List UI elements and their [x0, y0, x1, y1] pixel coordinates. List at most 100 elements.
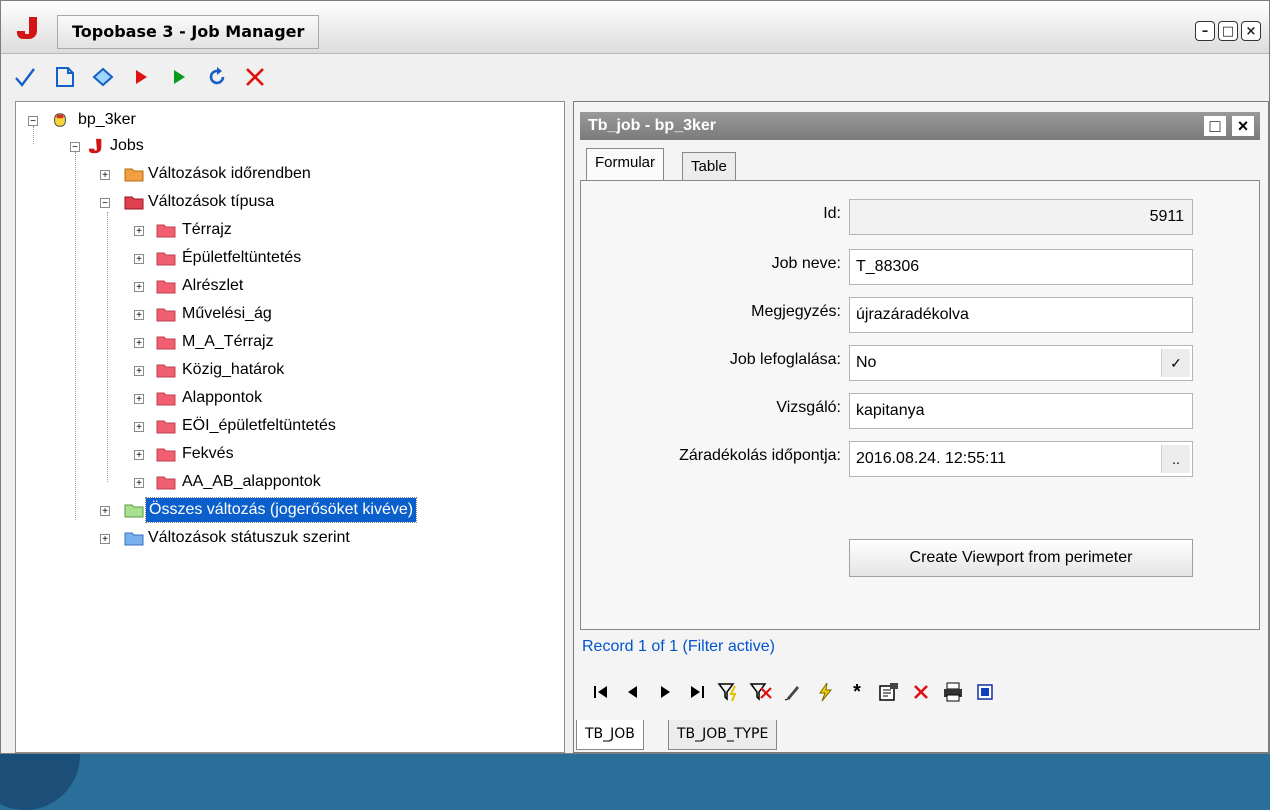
folder-icon — [156, 448, 176, 462]
collapse-toggle[interactable]: − — [70, 142, 80, 153]
folder-icon — [124, 168, 144, 182]
folder-open-icon — [124, 196, 144, 210]
folder-icon — [124, 504, 144, 518]
note-field[interactable]: újrazáradékolva — [849, 297, 1193, 333]
tab-table[interactable]: Table — [682, 152, 736, 180]
maximize-icon[interactable]: □ — [1218, 21, 1238, 41]
tree-node-label[interactable]: Változások időrendben — [148, 162, 311, 186]
diamond-icon[interactable] — [89, 63, 117, 91]
edit-pencil-icon[interactable] — [780, 678, 806, 706]
expand-toggle[interactable]: + — [134, 226, 144, 237]
panel-close-icon[interactable]: × — [1232, 116, 1254, 136]
previous-record-icon[interactable] — [620, 678, 646, 706]
expand-toggle[interactable]: + — [134, 422, 144, 433]
expand-toggle[interactable]: + — [100, 170, 110, 181]
expand-toggle[interactable]: + — [100, 506, 110, 517]
tree-node-label[interactable]: EÖI_épületfeltüntetés — [182, 414, 336, 438]
print-icon[interactable] — [940, 678, 966, 706]
tree-line — [33, 126, 34, 144]
expand-toggle[interactable]: + — [134, 450, 144, 461]
expand-toggle[interactable]: + — [134, 394, 144, 405]
panel-maximize-icon[interactable]: □ — [1204, 116, 1226, 136]
zoom-to-icon[interactable] — [972, 678, 998, 706]
create-viewport-button[interactable]: Create Viewport from perimeter — [849, 539, 1193, 577]
job-name-field[interactable]: T_88306 — [849, 249, 1193, 285]
window-controls: – □ × — [1195, 21, 1261, 41]
job-name-label: Job neve: — [771, 255, 841, 272]
tree-node-label[interactable]: M_A_Térrajz — [182, 330, 274, 354]
window-title: Topobase 3 - Job Manager — [57, 15, 320, 49]
tree-node-label[interactable]: Épületfeltüntetés — [182, 246, 301, 270]
note-label: Megjegyzés: — [751, 303, 841, 320]
job-form: Id: 5911 Job neve: T_88306 Megjegyzés: ú… — [580, 180, 1260, 630]
tree-node-label[interactable]: Alrészlet — [182, 274, 243, 298]
lightning-icon[interactable] — [812, 678, 838, 706]
collapse-toggle[interactable]: − — [100, 198, 110, 209]
panel-title: Tb_job - bp_3ker — [588, 117, 717, 134]
tree-line — [107, 212, 108, 482]
folder-icon — [156, 224, 176, 238]
date-picker-button[interactable]: .. — [1161, 445, 1190, 473]
play-green-icon[interactable] — [165, 63, 193, 91]
last-record-icon[interactable] — [684, 678, 710, 706]
folder-icon — [156, 420, 176, 434]
id-field: 5911 — [849, 199, 1193, 235]
tree-node-label[interactable]: AA_AB_alappontok — [182, 470, 321, 494]
tree-node-label[interactable]: Térrajz — [182, 218, 232, 242]
database-icon — [54, 113, 66, 127]
job-lock-dropdown[interactable]: No ✓ — [849, 345, 1193, 381]
delete-record-icon[interactable] — [908, 678, 934, 706]
refresh-icon[interactable] — [203, 63, 231, 91]
tree-node-label[interactable]: Összes változás (jogerősöket kivéve) — [144, 497, 418, 523]
new-document-icon[interactable] — [51, 63, 79, 91]
title-bar: Topobase 3 - Job Manager – □ × — [1, 1, 1269, 54]
folder-icon — [124, 532, 144, 546]
folder-icon — [156, 280, 176, 294]
properties-icon[interactable] — [876, 678, 902, 706]
folder-icon — [156, 392, 176, 406]
folder-icon — [156, 336, 176, 350]
tree-node-label[interactable]: Változások típusa — [148, 190, 274, 214]
check-icon[interactable] — [11, 63, 39, 91]
expand-toggle[interactable]: + — [134, 366, 144, 377]
tab-tb-job[interactable]: TB_JOB — [576, 720, 644, 750]
expand-toggle[interactable]: + — [134, 282, 144, 293]
remove-filter-icon[interactable] — [748, 678, 774, 706]
next-record-icon[interactable] — [652, 678, 678, 706]
inspector-field[interactable]: kapitanya — [849, 393, 1193, 429]
tree-node-label[interactable]: Művelési_ág — [182, 302, 272, 326]
tree-line — [75, 152, 76, 520]
folder-icon — [156, 364, 176, 378]
expand-toggle[interactable]: + — [134, 338, 144, 349]
tree-node-label[interactable]: Alappontok — [182, 386, 262, 410]
filter-icon[interactable] — [716, 678, 742, 706]
checkbox-icon[interactable]: ✓ — [1161, 349, 1190, 377]
main-toolbar — [1, 57, 1269, 97]
topobase-logo-icon — [17, 17, 37, 39]
panel-title-bar: Tb_job - bp_3ker □ × — [580, 112, 1260, 140]
tree-node-label[interactable]: Változások státuszuk szerint — [148, 526, 350, 550]
folder-icon — [156, 476, 176, 490]
job-lock-label: Job lefoglalása: — [729, 351, 841, 368]
delete-icon[interactable] — [241, 63, 269, 91]
minimize-icon[interactable]: – — [1195, 21, 1215, 41]
tab-formular[interactable]: Formular — [586, 148, 665, 180]
closing-date-value: 2016.08.24. 12:55:11 — [856, 450, 1007, 467]
tree-root-label[interactable]: bp_3ker — [78, 108, 136, 132]
expand-toggle[interactable]: + — [134, 478, 144, 489]
job-lock-value: No — [856, 354, 877, 371]
job-tree[interactable]: − bp_3ker − Jobs + Változások időrendben… — [15, 101, 565, 753]
tree-node-label[interactable]: Közig_határok — [182, 358, 284, 382]
tab-tb-job-type[interactable]: TB_JOB_TYPE — [668, 720, 778, 750]
tree-node-label[interactable]: Fekvés — [182, 442, 234, 466]
play-red-icon[interactable] — [127, 63, 155, 91]
new-record-asterisk-icon[interactable]: * — [844, 678, 870, 706]
first-record-icon[interactable] — [588, 678, 614, 706]
collapse-toggle[interactable]: − — [28, 116, 38, 127]
expand-toggle[interactable]: + — [100, 534, 110, 545]
expand-toggle[interactable]: + — [134, 254, 144, 265]
closing-date-field[interactable]: 2016.08.24. 12:55:11 .. — [849, 441, 1193, 477]
expand-toggle[interactable]: + — [134, 310, 144, 321]
close-icon[interactable]: × — [1241, 21, 1261, 41]
tree-jobs-label[interactable]: Jobs — [110, 134, 144, 158]
